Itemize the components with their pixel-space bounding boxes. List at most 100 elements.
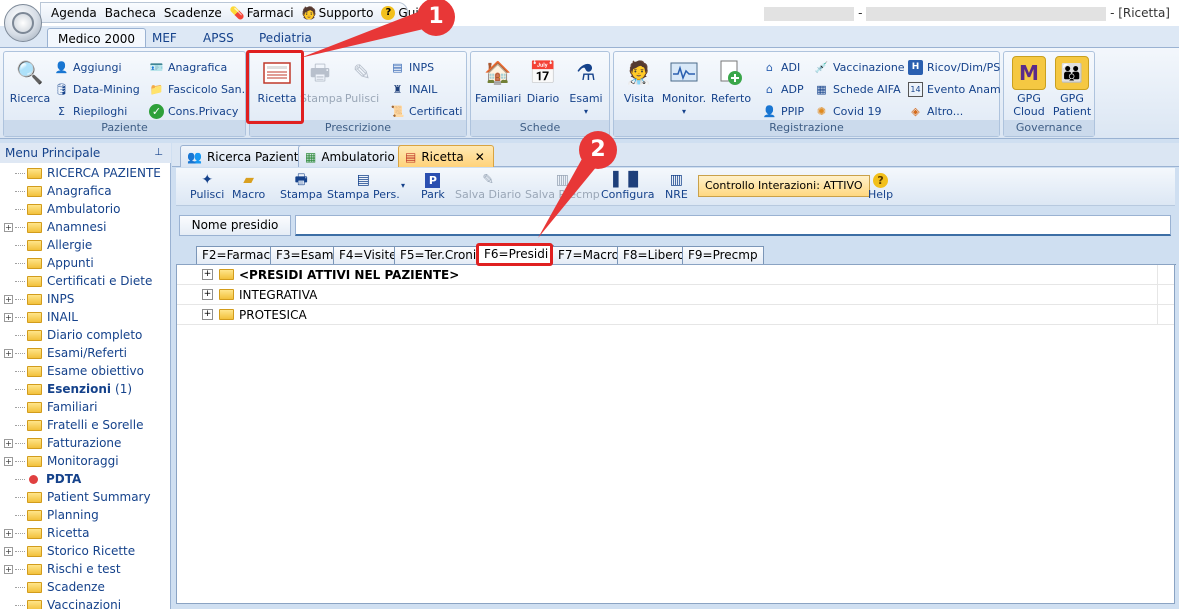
inail-button[interactable]: ♜ INAIL <box>390 80 438 98</box>
toolbar-macro-button[interactable]: ▰ Macro <box>232 171 265 201</box>
monitor-button[interactable]: Monitor. ▾ <box>660 56 708 118</box>
visita-button[interactable]: 🧑‍⚕️ Visita <box>619 56 659 105</box>
menu-item[interactable]: Esenzioni (1) <box>0 380 132 398</box>
expand-icon[interactable]: + <box>4 348 13 358</box>
covid-button[interactable]: ✺ Covid 19 <box>814 102 882 120</box>
quick-agenda[interactable]: Agenda <box>51 6 97 20</box>
fascicolo-button[interactable]: 📁 Fascicolo San. <box>149 80 246 98</box>
quick-scadenze[interactable]: Scadenze <box>164 6 222 20</box>
doc-tab-ricerca-paziente[interactable]: 👥 Ricerca Paziente <box>180 145 315 167</box>
expand-icon[interactable]: + <box>4 546 13 556</box>
ftab-farmaci[interactable]: F2=Farmaci <box>196 246 280 265</box>
menu-item[interactable]: + Fatturazione <box>0 434 121 452</box>
menu-item[interactable]: RICERCA PAZIENTE <box>0 164 161 182</box>
tab-apss[interactable]: APSS <box>193 28 244 48</box>
quick-supporto[interactable]: 🧑 Supporto <box>302 6 374 20</box>
tab-pediatria[interactable]: Pediatria <box>249 28 322 48</box>
tab-medico-2000[interactable]: Medico 2000 <box>47 28 146 48</box>
close-icon[interactable]: ✕ <box>475 150 485 164</box>
expand-icon[interactable]: + <box>202 289 213 300</box>
menu-item[interactable]: Appunti <box>0 254 94 272</box>
adp-button[interactable]: ⌂ ADP <box>762 80 804 98</box>
menu-item[interactable]: Familiari <box>0 398 97 416</box>
tree-row[interactable]: + <PRESIDI ATTIVI NEL PAZIENTE> <box>177 265 1174 285</box>
expand-icon[interactable]: + <box>4 294 13 304</box>
toolbar-salva-precmp-button[interactable]: ▥ Salva Precmp <box>525 171 600 201</box>
inps-button[interactable]: ▤ INPS <box>390 58 434 76</box>
diario-button[interactable]: 📅 Diario <box>523 56 563 105</box>
menu-item[interactable]: Vaccinazioni <box>0 596 121 609</box>
expand-icon[interactable]: + <box>4 222 13 232</box>
ftab-precmp[interactable]: F9=Precmp <box>682 246 764 265</box>
ppip-button[interactable]: 👤 PPIP <box>762 102 805 120</box>
toolbar-configura-button[interactable]: ▌▐▌ Configura <box>601 171 655 201</box>
familiari-button[interactable]: 🏠 Familiari <box>475 56 521 105</box>
pin-icon[interactable]: ⊥ <box>154 143 163 163</box>
menu-item[interactable]: Ambulatorio <box>0 200 120 218</box>
menu-item[interactable]: PDTA <box>0 470 81 488</box>
toolbar-pulisci-button[interactable]: ✦ Pulisci <box>190 171 224 201</box>
menu-item[interactable]: + INAIL <box>0 308 78 326</box>
vaccinazione-button[interactable]: 💉 Vaccinazione <box>814 58 905 76</box>
expand-icon[interactable]: + <box>4 528 13 538</box>
toolbar-salva-diario-button[interactable]: ✎ Salva Diario <box>455 171 521 201</box>
menu-item[interactable]: + Monitoraggi <box>0 452 119 470</box>
menu-item[interactable]: Diario completo <box>0 326 142 344</box>
menu-item[interactable]: + Anamnesi <box>0 218 106 236</box>
toolbar-nre-button[interactable]: ▥ NRE <box>665 171 688 201</box>
aggiungi-button[interactable]: 👤 Aggiungi <box>54 58 122 76</box>
menu-item[interactable]: Scadenze <box>0 578 105 596</box>
ricerca-button[interactable]: 🔍 Ricerca <box>8 56 52 105</box>
stampa-button[interactable]: 🖶 Stampa <box>300 56 342 105</box>
menu-item[interactable]: Anagrafica <box>0 182 112 200</box>
ftab-visite[interactable]: F4=Visite <box>333 246 403 265</box>
menu-item[interactable]: Esame obiettivo <box>0 362 144 380</box>
application-menu-button[interactable] <box>4 4 42 42</box>
doc-tab-ambulatorio[interactable]: ▦ Ambulatorio <box>298 145 404 167</box>
toolbar-stampa-pers-button[interactable]: ▤ Stampa Pers. <box>327 171 400 201</box>
cons-privacy-button[interactable]: ✓ Cons.Privacy <box>149 102 238 120</box>
gpg-cloud-button[interactable]: M GPG Cloud <box>1008 56 1050 118</box>
tab-mef[interactable]: MEF <box>142 28 187 48</box>
quick-bacheca[interactable]: Bacheca <box>105 6 156 20</box>
adi-button[interactable]: ⌂ ADI <box>762 58 800 76</box>
ricov-button[interactable]: H Ricov/Dim/PS <box>908 58 1000 76</box>
riepiloghi-button[interactable]: Σ Riepiloghi <box>54 102 127 120</box>
expand-icon[interactable]: + <box>202 269 213 280</box>
ftab-esami[interactable]: F3=Esami <box>270 246 343 265</box>
pulisci-button[interactable]: ✎ Pulisci <box>341 56 383 105</box>
doc-tab-ricetta[interactable]: ▤ Ricetta ✕ <box>398 145 494 167</box>
menu-item[interactable]: Certificati e Diete <box>0 272 152 290</box>
tree-row[interactable]: + INTEGRATIVA <box>177 285 1174 305</box>
esami-button[interactable]: ⚗ Esami ▾ <box>566 56 606 118</box>
menu-item[interactable]: + INPS <box>0 290 74 308</box>
ftab-libero[interactable]: F8=Libero <box>617 246 691 265</box>
altro-button[interactable]: ◈ Altro... <box>908 102 963 120</box>
toolbar-park-button[interactable]: P Park <box>421 171 445 201</box>
menu-item[interactable]: + Rischi e test <box>0 560 121 578</box>
quick-farmaci[interactable]: 💊 Farmaci <box>230 6 294 20</box>
expand-icon[interactable]: + <box>4 312 13 322</box>
menu-item[interactable]: Fratelli e Sorelle <box>0 416 143 434</box>
menu-item[interactable]: + Storico Ricette <box>0 542 135 560</box>
menu-item[interactable]: + Ricetta <box>0 524 89 542</box>
expand-icon[interactable]: + <box>202 309 213 320</box>
certificati-button[interactable]: 📜 Certificati <box>390 102 463 120</box>
tree-row[interactable]: + PROTESICA <box>177 305 1174 325</box>
nome-presidio-input[interactable] <box>295 215 1171 236</box>
ftab-macro[interactable]: F7=Macro <box>552 246 625 265</box>
expand-icon[interactable]: + <box>4 438 13 448</box>
controllo-interazioni-button[interactable]: Controllo Interazioni: ATTIVO <box>698 175 870 197</box>
schede-aifa-button[interactable]: ▦ Schede AIFA <box>814 80 900 98</box>
anagrafica-button[interactable]: 🪪 Anagrafica <box>149 58 228 76</box>
menu-item[interactable]: Patient Summary <box>0 488 151 506</box>
menu-item[interactable]: Allergie <box>0 236 92 254</box>
toolbar-help-button[interactable]: ? Help <box>868 171 893 201</box>
menu-item[interactable]: + Esami/Referti <box>0 344 127 362</box>
chevron-down-icon[interactable]: ▾ <box>401 180 405 192</box>
evento-anam-button[interactable]: 14 Evento Anam <box>908 80 1001 98</box>
referto-button[interactable]: Referto <box>710 56 752 105</box>
expand-icon[interactable]: + <box>4 564 13 574</box>
gpg-patient-button[interactable]: 👪 GPG Patient <box>1051 56 1093 118</box>
expand-icon[interactable]: + <box>4 456 13 466</box>
